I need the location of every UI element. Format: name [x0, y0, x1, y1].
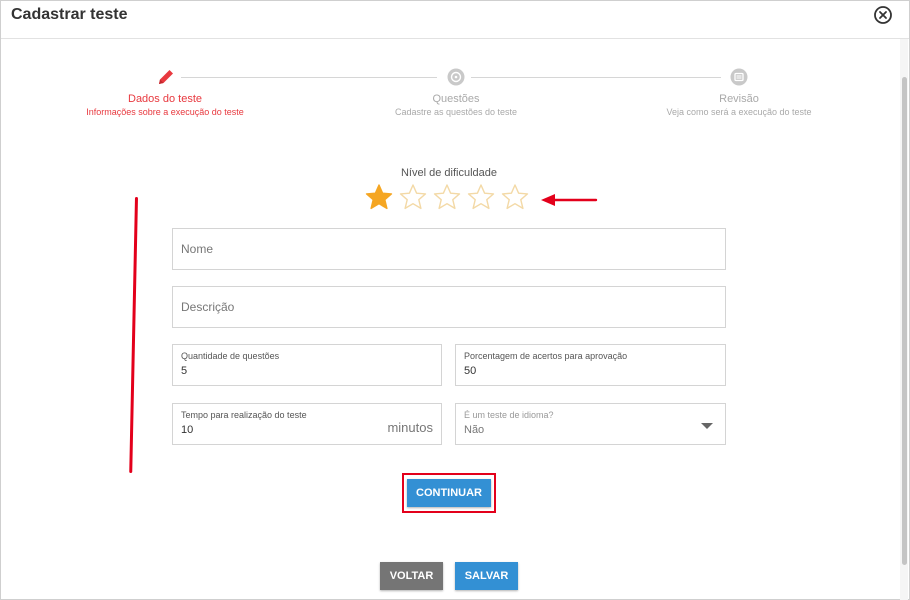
field-value: 5 [181, 365, 188, 377]
star-empty-icon[interactable] [467, 183, 495, 211]
name-field[interactable]: Nome [172, 228, 726, 270]
back-button[interactable]: VOLTAR [380, 562, 443, 590]
step-subtitle: Veja como será a execução do teste [666, 107, 812, 117]
continue-button[interactable]: CONTINUAR [407, 479, 491, 507]
description-field[interactable]: Descrição [172, 286, 726, 328]
annotation-arrow-icon [541, 194, 598, 206]
star-empty-icon[interactable] [433, 183, 461, 211]
approval-percentage-field[interactable]: Porcentagem de acertos para aprovação 50 [455, 344, 726, 386]
star-empty-icon[interactable] [399, 183, 427, 211]
star-filled-icon[interactable] [365, 183, 393, 211]
field-label: É um teste de idioma? [464, 410, 554, 420]
language-test-select[interactable]: É um teste de idioma? Não [455, 403, 726, 445]
stepper-connector [181, 77, 437, 78]
difficulty-label: Nível de dificuldade [400, 167, 497, 179]
name-placeholder: Nome [181, 242, 214, 256]
field-value: 10 [181, 424, 194, 436]
step-subtitle: Informações sobre a execução do teste [86, 107, 244, 117]
annotation-line [129, 197, 138, 474]
star-empty-icon[interactable] [501, 183, 529, 211]
review-icon [730, 68, 748, 86]
field-label: Porcentagem de acertos para aprovação [464, 351, 628, 361]
dialog-title: Cadastrar teste [11, 6, 128, 23]
field-value: Não [464, 424, 485, 436]
step-subtitle: Cadastre as questões do teste [394, 107, 518, 117]
step-title: Questões [432, 93, 480, 105]
difficulty-rating [365, 183, 529, 211]
dialog-header: Cadastrar teste [1, 1, 909, 39]
continue-highlight-box: CONTINUAR [402, 473, 496, 513]
step-title: Dados do teste [128, 93, 202, 105]
duration-unit: minutos [387, 420, 433, 435]
save-button[interactable]: SALVAR [455, 562, 518, 590]
field-value: 50 [464, 365, 477, 377]
register-test-dialog: Cadastrar teste Dados do teste Informaçõ… [0, 0, 910, 600]
chevron-down-icon[interactable] [701, 423, 713, 429]
duration-field[interactable]: Tempo para realização do teste 10 minuto… [172, 403, 442, 445]
pencil-icon [159, 70, 173, 84]
stepper-connector [471, 77, 721, 78]
question-count-field[interactable]: Quantidade de questões 5 [172, 344, 442, 386]
scrollbar-thumb[interactable] [902, 77, 907, 565]
close-icon[interactable] [873, 5, 893, 25]
step-title: Revisão [719, 93, 759, 105]
field-label: Tempo para realização do teste [181, 410, 307, 420]
question-icon [447, 68, 465, 86]
field-label: Quantidade de questões [181, 351, 280, 361]
description-placeholder: Descrição [181, 300, 235, 314]
